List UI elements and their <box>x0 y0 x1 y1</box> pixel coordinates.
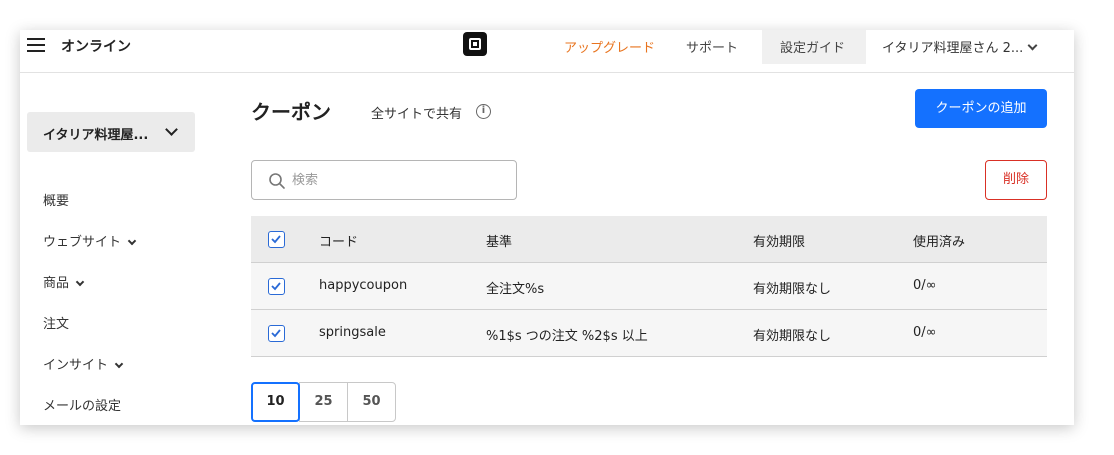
info-icon[interactable]: i <box>476 104 491 119</box>
page-size-25[interactable]: 25 <box>299 382 348 422</box>
square-logo-icon[interactable] <box>463 32 487 56</box>
checkmark-icon <box>271 235 281 244</box>
sidebar-item-overview[interactable]: 概要 <box>43 190 69 209</box>
search-box[interactable] <box>251 160 517 200</box>
column-header-expiry[interactable]: 有効期限 <box>753 231 805 250</box>
row-checkbox[interactable] <box>268 278 285 295</box>
page-title: クーポン <box>251 100 331 124</box>
search-icon <box>269 173 285 189</box>
sidebar-item-label: インサイト <box>43 358 109 373</box>
chevron-down-icon <box>114 359 124 369</box>
menu-icon[interactable] <box>27 38 47 54</box>
coupon-basis: %1$s つの注文 %2$s 以上 <box>486 329 648 344</box>
sidebar-item-label: 注文 <box>43 317 70 332</box>
page-size-selector: 10 25 50 <box>251 382 396 422</box>
checkmark-icon <box>271 282 281 291</box>
account-name: イタリア料理屋さん 2... <box>882 41 1024 56</box>
chevron-down-icon <box>127 236 137 246</box>
chevron-down-icon <box>75 277 85 287</box>
checkmark-icon <box>271 329 281 338</box>
sidebar-item-orders[interactable]: 注文 <box>43 313 69 332</box>
coupon-code: springsale <box>319 325 386 340</box>
table-row[interactable]: happycoupon 全注文%s 有効期限なし 0/∞ <box>251 263 1047 310</box>
shared-across-sites-label: 全サイトで共有 <box>371 107 463 122</box>
support-link[interactable]: サポート <box>686 37 738 56</box>
sidebar-item-label: 概要 <box>43 194 70 209</box>
sidebar-item-label: 商品 <box>43 276 70 291</box>
add-coupon-button[interactable]: クーポンの追加 <box>915 89 1047 128</box>
column-header-used[interactable]: 使用済み <box>913 231 965 250</box>
sidebar-item-label: ウェブサイト <box>43 235 122 250</box>
table-header-row: コード 基準 有効期限 使用済み <box>251 216 1047 263</box>
site-selector-label: イタリア料理屋... <box>43 128 149 143</box>
account-menu[interactable]: イタリア料理屋さん 2... <box>882 37 1038 56</box>
setup-guide-link[interactable]: 設定ガイド <box>780 37 845 56</box>
delete-button[interactable]: 削除 <box>985 160 1047 200</box>
search-input[interactable] <box>292 169 502 191</box>
coupon-code: happycoupon <box>319 278 408 293</box>
coupon-used: 0/∞ <box>913 278 937 293</box>
chevron-down-icon <box>165 123 178 136</box>
upgrade-link[interactable]: アップグレード <box>564 37 655 56</box>
top-bar: オンライン アップグレード サポート 設定ガイド イタリア料理屋さん 2... <box>20 30 1074 73</box>
coupon-used: 0/∞ <box>913 325 937 340</box>
row-checkbox[interactable] <box>268 325 285 342</box>
sidebar-item-label: メールの設定 <box>43 399 122 414</box>
column-header-code[interactable]: コード <box>319 231 358 250</box>
sidebar-item-website[interactable]: ウェブサイト <box>43 231 137 250</box>
column-header-basis[interactable]: 基準 <box>486 231 512 250</box>
site-selector[interactable]: イタリア料理屋... <box>27 112 195 152</box>
table-row[interactable]: springsale %1$s つの注文 %2$s 以上 有効期限なし 0/∞ <box>251 310 1047 357</box>
coupon-table: コード 基準 有効期限 使用済み happycoupon 全注文%s 有効期限な… <box>251 216 1047 357</box>
select-all-checkbox[interactable] <box>268 231 285 248</box>
app-window: オンライン アップグレード サポート 設定ガイド イタリア料理屋さん 2... … <box>20 30 1074 425</box>
sidebar-item-insights[interactable]: インサイト <box>43 354 124 373</box>
page-size-10[interactable]: 10 <box>251 382 300 422</box>
app-name: オンライン <box>61 39 131 55</box>
sidebar-item-products[interactable]: 商品 <box>43 272 85 291</box>
coupon-expiry: 有効期限なし <box>753 282 832 297</box>
chevron-down-icon <box>1027 40 1038 51</box>
coupon-basis: 全注文%s <box>486 282 545 297</box>
coupon-expiry: 有効期限なし <box>753 329 832 344</box>
sidebar-item-email-settings[interactable]: メールの設定 <box>43 395 121 414</box>
page-size-50[interactable]: 50 <box>347 382 396 422</box>
